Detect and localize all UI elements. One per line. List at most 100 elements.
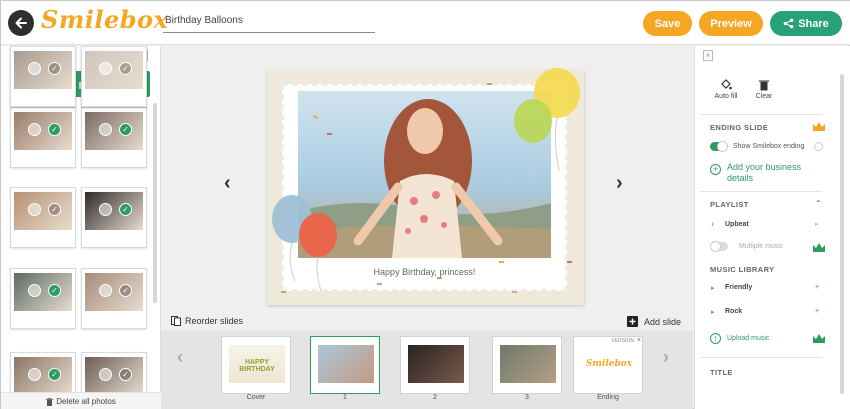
- trash-icon[interactable]: [28, 284, 41, 297]
- photo-thumbnail: [85, 192, 143, 230]
- next-slide-arrow[interactable]: ›: [616, 172, 623, 195]
- slide-caption[interactable]: Happy Birthday, princess!: [298, 267, 551, 277]
- settings-scrollbar[interactable]: [840, 74, 844, 394]
- arrow-left-icon: [15, 17, 27, 29]
- auto-fill-label: Auto fill: [714, 93, 738, 100]
- photo-thumbnail: [14, 357, 72, 395]
- slide-thumbnail-2[interactable]: [400, 336, 470, 394]
- collapse-right-panel-button[interactable]: »: [703, 50, 713, 61]
- check-icon[interactable]: ✓: [119, 368, 132, 381]
- check-icon[interactable]: ✓: [119, 284, 132, 297]
- add-track-icon[interactable]: +: [815, 284, 819, 291]
- check-icon[interactable]: ✓: [48, 368, 61, 381]
- photos-scrollbar[interactable]: [153, 103, 157, 303]
- back-button[interactable]: [8, 10, 34, 36]
- crown-icon: [813, 122, 825, 131]
- music-category-friendly[interactable]: Friendly: [725, 284, 752, 291]
- add-track-icon[interactable]: +: [815, 308, 819, 315]
- share-button[interactable]: Share: [770, 11, 842, 36]
- trash-icon[interactable]: [99, 203, 112, 216]
- slide-thumbnail-text: HAPPY BIRTHDAY: [239, 359, 275, 373]
- slide-number-label: 2: [433, 394, 437, 401]
- filmstrip-next-arrow[interactable]: ›: [663, 347, 669, 368]
- close-icon[interactable]: ×: [637, 337, 641, 344]
- slide-thumbnail-image: Smilebox: [581, 345, 637, 383]
- title-header: TITLE: [710, 368, 733, 377]
- clear-button[interactable]: Clear: [751, 79, 777, 100]
- check-icon[interactable]: ✓: [48, 203, 61, 216]
- trash-icon[interactable]: [99, 368, 112, 381]
- playlist-track-upbeat[interactable]: Upbeat: [725, 221, 749, 228]
- check-icon[interactable]: ✓: [48, 284, 61, 297]
- photo-card[interactable]: ✓: [10, 187, 76, 248]
- top-bar: Smilebox Save Preview Share: [1, 1, 850, 45]
- music-note-icon: ♪: [711, 221, 715, 228]
- multiple-music-toggle[interactable]: [710, 241, 728, 252]
- upload-icon: ↑: [710, 333, 721, 344]
- slide-number-label: Cover: [246, 394, 266, 401]
- play-icon[interactable]: ▸: [711, 308, 715, 316]
- add-slide-button[interactable]: Add slide: [627, 316, 681, 327]
- chevron-up-icon[interactable]: ⌃: [815, 199, 822, 208]
- crown-icon: [813, 243, 825, 252]
- toggle-knob: [710, 241, 721, 252]
- clear-label: Clear: [755, 93, 773, 100]
- play-icon[interactable]: ▸: [711, 284, 715, 292]
- check-icon[interactable]: ✓: [48, 123, 61, 136]
- trash-icon[interactable]: [99, 62, 112, 75]
- divider: [700, 191, 822, 192]
- preview-button[interactable]: Preview: [699, 11, 763, 36]
- play-icon[interactable]: ▸: [815, 220, 819, 228]
- check-icon[interactable]: ✓: [119, 123, 132, 136]
- photo-thumbnail: [14, 112, 72, 150]
- previous-slide-arrow[interactable]: ‹: [224, 172, 231, 195]
- filmstrip-prev-arrow[interactable]: ‹: [177, 347, 183, 368]
- auto-fill-button[interactable]: Auto fill: [711, 79, 741, 100]
- check-icon[interactable]: ✓: [119, 203, 132, 216]
- photo-thumbnail: [14, 273, 72, 311]
- photo-thumbnail: [85, 51, 143, 89]
- trash-icon[interactable]: [28, 368, 41, 381]
- photo-thumbnail: [85, 273, 143, 311]
- ending-slide-header: ENDING SLIDE: [710, 123, 769, 132]
- photos-panel: « + Add photos ✓✓✓✓✓✓✓✓✓✓✓✓ Delete all p…: [1, 46, 161, 409]
- reorder-slides-button[interactable]: Reorder slides: [171, 316, 243, 326]
- plus-circle-icon: +: [710, 164, 721, 175]
- music-category-rock[interactable]: Rock: [725, 308, 742, 315]
- photo-card[interactable]: ✓: [10, 46, 76, 107]
- photo-card[interactable]: ✓: [81, 46, 147, 107]
- trash-icon[interactable]: [28, 203, 41, 216]
- photo-card[interactable]: ✓: [81, 187, 147, 248]
- add-slide-icon: [627, 316, 638, 327]
- project-title-input[interactable]: [163, 9, 375, 33]
- trash-icon[interactable]: [28, 62, 41, 75]
- trash-icon[interactable]: [99, 284, 112, 297]
- trash-icon[interactable]: [99, 123, 112, 136]
- toggle-knob: [717, 141, 728, 152]
- info-icon[interactable]: [814, 142, 823, 151]
- photo-card[interactable]: ✓: [10, 268, 76, 329]
- slide-number-label: Ending: [597, 394, 619, 401]
- check-icon[interactable]: ✓: [48, 62, 61, 75]
- slide-thumbnail-1[interactable]: [310, 336, 380, 394]
- show-ending-toggle[interactable]: [710, 141, 728, 152]
- check-icon[interactable]: ✓: [119, 62, 132, 75]
- photo-card[interactable]: ✓: [81, 107, 147, 168]
- slide-thumbnail-ending[interactable]: Smilebox VERSION ×: [573, 336, 643, 394]
- slide-thumbnail-cover[interactable]: HAPPY BIRTHDAY: [221, 336, 291, 394]
- upload-music-link[interactable]: Upload music: [727, 335, 769, 342]
- photo-card[interactable]: ✓: [10, 107, 76, 168]
- slide-number-label: 1: [343, 394, 347, 401]
- divider: [700, 357, 822, 358]
- share-label: Share: [798, 17, 829, 30]
- slide-number-label: 3: [525, 394, 529, 401]
- add-business-details-link[interactable]: Add your business details: [727, 162, 817, 184]
- delete-all-photos-button[interactable]: Delete all photos: [1, 392, 161, 409]
- trash-icon: [759, 80, 769, 91]
- trash-icon[interactable]: [28, 123, 41, 136]
- slide-thumbnail-3[interactable]: [492, 336, 562, 394]
- photo-thumbnail: [85, 112, 143, 150]
- photo-card[interactable]: ✓: [81, 268, 147, 329]
- save-button[interactable]: Save: [643, 11, 692, 36]
- photo-thumbnail: [85, 357, 143, 395]
